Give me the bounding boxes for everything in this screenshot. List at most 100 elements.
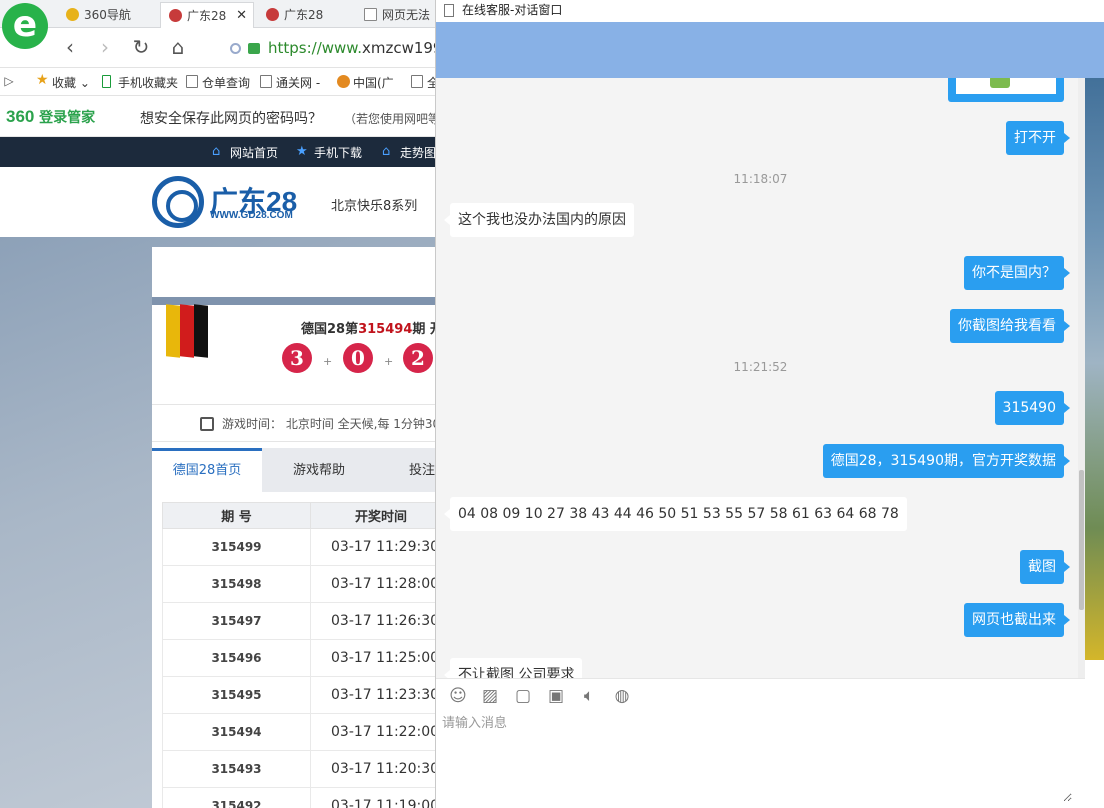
result-issue: 315494 <box>358 322 413 337</box>
close-tab-icon[interactable]: ✕ <box>236 3 247 28</box>
issue-number: 315498 <box>162 565 311 603</box>
lock-icon <box>248 43 260 54</box>
my-message[interactable]: 德国28，315490期，官方开奖数据 <box>822 444 1071 478</box>
fav-item-warehouse[interactable]: 仓单查询 <box>186 74 250 91</box>
table-row[interactable]: 315498 03-17 11:28:00 <box>162 565 436 603</box>
page-icon <box>444 4 454 17</box>
table-header-row: 期 号 开奖时间 <box>162 502 436 529</box>
table-row[interactable]: 315494 03-17 11:22:00 <box>162 713 436 751</box>
logo-mark-icon <box>152 176 204 228</box>
360-nav-icon <box>66 8 79 21</box>
table-row[interactable]: 315496 03-17 11:25:00 <box>162 639 436 677</box>
ie-icon <box>337 75 350 88</box>
site-favicon-icon <box>169 9 182 22</box>
password-prompt: 想安全保存此网页的密码吗？ <box>140 111 322 127</box>
forward-icon[interactable]: › <box>93 36 117 60</box>
phone-icon <box>102 75 111 88</box>
favorites-menu[interactable]: ★ 收藏 ⌄ <box>36 72 90 91</box>
fav-label: 仓单查询 <box>202 76 251 90</box>
game-tabs: 德国28首页 游戏帮助 投注 <box>152 448 436 492</box>
tab-360-nav[interactable]: 360导航 <box>58 2 158 28</box>
draw-time: 03-17 11:23:30 <box>310 676 436 714</box>
germany-flag-icon <box>166 304 208 358</box>
table-row[interactable]: 315495 03-17 11:23:30 <box>162 676 436 714</box>
fav-item-china[interactable]: 中国(广 <box>337 74 394 91</box>
fav-item-customs[interactable]: 通关网 - <box>260 74 320 91</box>
fav-label: 通关网 - <box>276 76 321 90</box>
image-thumbnail <box>990 78 1010 88</box>
nav-trend-chart[interactable]: ⌂ 走势图 <box>382 144 436 161</box>
fav-item-mobile[interactable]: 手机收藏夹 <box>102 74 178 91</box>
password-note: （若您使用网吧等 <box>344 112 436 126</box>
page-icon <box>260 75 272 88</box>
nav-home[interactable]: ⌂ 网站首页 <box>212 144 278 161</box>
nav-mobile-download[interactable]: ★ 手机下载 <box>296 144 362 161</box>
my-message[interactable]: 截图 <box>1020 550 1070 584</box>
tab-de28-home[interactable]: 德国28首页 <box>152 448 262 492</box>
table-row[interactable]: 315492 03-17 11:19:00 <box>162 787 436 808</box>
star-icon: ★ <box>36 72 49 88</box>
scrollbar-thumb[interactable] <box>1079 470 1084 610</box>
my-message[interactable]: 315490 <box>994 391 1071 425</box>
sidebar-toggle-icon[interactable]: ▷ <box>0 70 18 94</box>
image-message[interactable] <box>948 78 1064 102</box>
tab-label: 网页无法 <box>382 8 431 22</box>
result-ball: 3 <box>282 343 312 373</box>
security-info-icon <box>230 43 241 54</box>
fav-item-more[interactable]: 全 <box>411 74 436 91</box>
site-favicon-icon <box>266 8 279 21</box>
chat-window-title: 在线客服-对话窗口 <box>462 3 563 17</box>
table-row[interactable]: 315499 03-17 11:29:30 <box>162 528 436 566</box>
nav-label: 网站首页 <box>230 146 279 160</box>
result-suffix: 期 开 <box>412 322 436 337</box>
nav-label: 手机下载 <box>314 146 363 160</box>
my-message[interactable]: 打不开 <box>1006 121 1070 155</box>
brand-360: 360 <box>6 107 35 126</box>
home-icon: ⌂ <box>382 144 391 159</box>
my-message[interactable]: 你截图给我看看 <box>950 309 1070 343</box>
my-message[interactable]: 网页也截出来 <box>964 603 1070 637</box>
desktop-area <box>1084 660 1104 808</box>
navigation-bar: ‹ › ↻ ⌂ https://www.xmzcw199.c <box>0 28 436 68</box>
panel-top <box>152 247 436 297</box>
issue-number: 315496 <box>162 639 311 677</box>
draw-time: 03-17 11:22:00 <box>310 713 436 751</box>
emoji-icon[interactable]: ☺ <box>448 686 468 706</box>
back-icon[interactable]: ‹ <box>58 36 82 60</box>
result-ball: 0 <box>343 343 373 373</box>
tab-gd28-active[interactable]: 广东28 ✕ <box>160 2 254 28</box>
menu-beijing-kl8[interactable]: 北京快乐8系列 <box>331 195 417 214</box>
message-input[interactable] <box>442 712 1072 802</box>
globe-icon[interactable]: ◍ <box>612 686 632 706</box>
address-bar[interactable]: https://www.xmzcw199.c <box>224 34 436 62</box>
tab-bet[interactable]: 投注 <box>392 448 436 492</box>
tab-error-page[interactable]: 网页无法 <box>356 2 436 28</box>
chat-title-bar[interactable]: 在线客服-对话窗口 <box>436 0 1104 22</box>
home-icon[interactable]: ⌂ <box>166 36 190 60</box>
tab-game-help[interactable]: 游戏帮助 <box>264 448 374 492</box>
image-icon[interactable]: ▨ <box>480 686 500 706</box>
sound-icon[interactable]: 🔈︎ <box>579 686 599 706</box>
agent-message[interactable]: 不让截图 公司要求 <box>443 658 583 678</box>
browser-window: 360导航 广东28 ✕ 广东28 网页无法 e ‹ › ↻ ⌂ https:/… <box>0 0 436 808</box>
url-prefix: https://www. <box>268 39 362 57</box>
draw-time: 03-17 11:25:00 <box>310 639 436 677</box>
refresh-icon[interactable]: ↻ <box>129 36 153 60</box>
save-icon[interactable]: ▣ <box>546 686 566 706</box>
timestamp: 11:21:52 <box>733 360 788 374</box>
browser-logo-icon[interactable]: e <box>2 3 48 49</box>
column-header-time: 开奖时间 <box>310 502 436 529</box>
file-icon[interactable]: ▢ <box>513 686 533 706</box>
favorites-bar: ▷ ★ 收藏 ⌄ 手机收藏夹 仓单查询 通关网 - 中国(广 全 <box>0 68 436 96</box>
my-message[interactable]: 你不是国内？ <box>964 256 1070 290</box>
agent-message[interactable]: 这个我也没办法国内的原因 <box>444 203 634 237</box>
message-list[interactable]: 打不开 11:18:07 这个我也没办法国内的原因 你不是国内？ 你截图给我看看… <box>436 78 1085 678</box>
tab-gd28[interactable]: 广东28 <box>258 2 352 28</box>
page-icon <box>411 75 423 88</box>
chat-window: 在线客服-对话窗口 打不开 11:18:07 这个我也没办法国内的原因 你不是国… <box>435 0 1104 808</box>
result-prefix: 德国28第 <box>301 322 359 337</box>
desktop-wallpaper <box>1084 0 1104 660</box>
agent-message[interactable]: 04 08 09 10 27 38 43 44 46 50 51 53 55 5… <box>444 497 907 531</box>
table-row[interactable]: 315497 03-17 11:26:30 <box>162 602 436 640</box>
table-row[interactable]: 315493 03-17 11:20:30 <box>162 750 436 788</box>
